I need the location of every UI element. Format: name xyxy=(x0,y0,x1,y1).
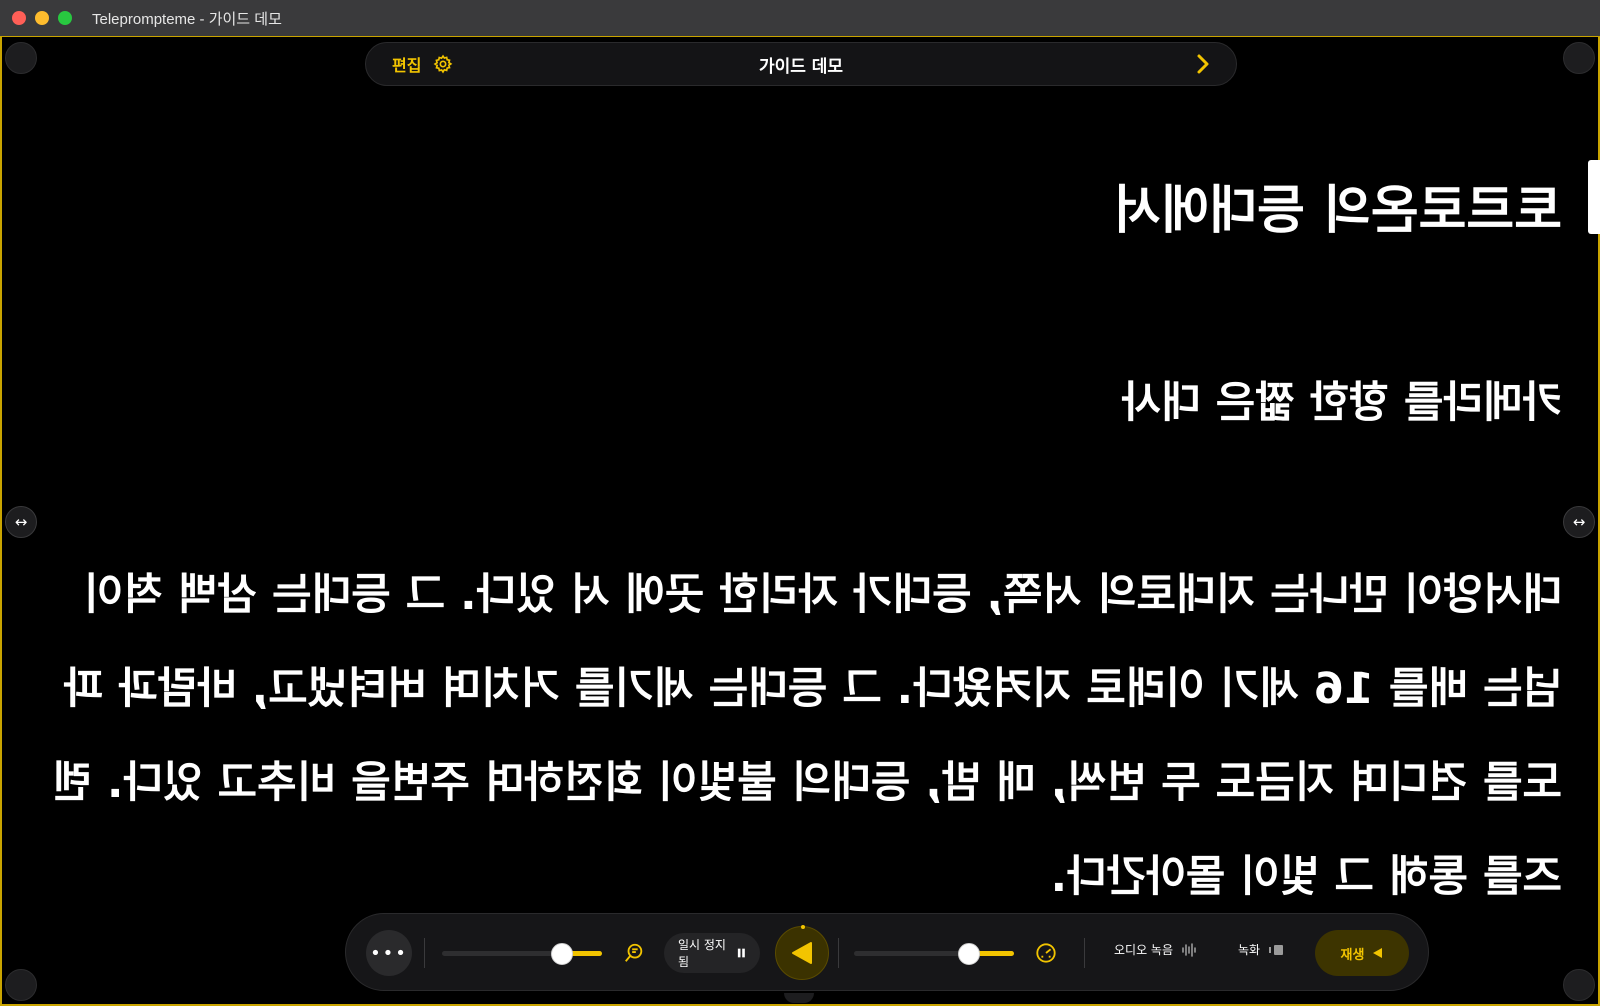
record-button[interactable]: 녹화 xyxy=(1238,941,1284,958)
speedometer-icon xyxy=(1036,943,1056,963)
position-dot xyxy=(801,925,805,929)
speed-slider-knob[interactable] xyxy=(958,943,980,965)
audio-record-label: 오디오 녹음 xyxy=(1114,943,1174,957)
zoom-slider[interactable] xyxy=(442,943,602,965)
speed-button[interactable] xyxy=(1034,941,1058,965)
zoom-button[interactable] xyxy=(622,941,646,965)
waveform-icon xyxy=(1182,942,1196,957)
paused-status-button[interactable]: 일시 정지됨 xyxy=(664,933,760,973)
horizontal-arrows-icon: ↔ xyxy=(1572,513,1586,531)
edit-label: 편집 xyxy=(392,56,422,75)
record-stop-icon xyxy=(1269,944,1284,955)
play-icon xyxy=(1373,948,1383,958)
play-backward-icon xyxy=(792,942,812,964)
corner-handle-bottom-right[interactable] xyxy=(1563,969,1595,1001)
gear-icon xyxy=(434,54,453,74)
script-subheading: 카메라를 향한 짧은 대사 xyxy=(1121,378,1562,428)
corner-handle-top-right[interactable] xyxy=(1563,42,1595,74)
title-bar: Teleprompteme - 가이드 데모 xyxy=(0,0,1600,37)
audio-record-button[interactable]: 오디오 녹음 xyxy=(1114,941,1197,958)
zoom-slider-knob[interactable] xyxy=(551,943,573,965)
resize-handle-right[interactable]: ↔ xyxy=(1563,506,1595,538)
script-title: 가이드 데모 xyxy=(758,56,844,77)
play-backward-button[interactable] xyxy=(775,925,829,980)
resize-handle-left[interactable]: ↔ xyxy=(5,506,37,538)
next-script-button[interactable] xyxy=(1190,51,1216,77)
speed-slider[interactable] xyxy=(854,943,1014,965)
record-label: 녹화 xyxy=(1238,943,1261,957)
close-window-button[interactable] xyxy=(12,11,26,25)
horizontal-arrows-icon: ↔ xyxy=(14,513,28,531)
pause-icon xyxy=(738,948,746,958)
more-options-button[interactable]: ••• xyxy=(366,930,412,976)
chevron-right-icon xyxy=(1197,54,1209,74)
script-heading: 토르로온의 등대에서 xyxy=(1113,181,1562,241)
zoom-icon xyxy=(625,943,643,962)
playback-control-bar: ••• 일시 정지됨 오디오 녹음 녹화 재생 xyxy=(345,913,1429,991)
window-title: Teleprompteme - 가이드 데모 xyxy=(92,10,282,28)
script-body: 대서양이 만나는 지대로의 서쪽, 등대가 자리한 곳에 서 있다. 그 등대는… xyxy=(52,570,1562,902)
divider xyxy=(424,938,425,968)
play-button[interactable]: 재생 xyxy=(1315,930,1409,976)
reading-position-marker xyxy=(1588,160,1600,234)
minimize-window-button[interactable] xyxy=(35,11,49,25)
edit-button[interactable]: 편집 xyxy=(392,52,453,76)
window-controls xyxy=(12,11,72,25)
play-label: 재생 xyxy=(1340,947,1365,963)
divider xyxy=(1084,938,1085,968)
corner-handle-top-left[interactable] xyxy=(5,42,37,74)
zoom-window-button[interactable] xyxy=(58,11,72,25)
divider xyxy=(838,938,839,968)
corner-handle-bottom-left[interactable] xyxy=(5,969,37,1001)
paused-label: 일시 정지됨 xyxy=(678,938,726,969)
ellipsis-icon: ••• xyxy=(370,942,408,964)
script-top-bar: 편집 가이드 데모 xyxy=(365,42,1237,86)
